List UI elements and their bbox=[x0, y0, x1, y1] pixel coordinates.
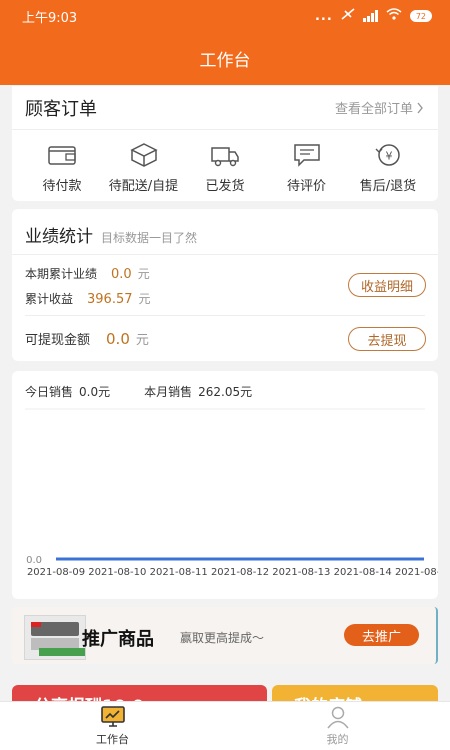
bottom-tab-bar: 工作台 我的 bbox=[0, 701, 450, 750]
status-bar: 上午9:03 ... 72 bbox=[0, 0, 450, 32]
view-all-orders-link[interactable]: 查看全部订单 bbox=[335, 98, 424, 117]
orders-header: 顾客订单 查看全部订单 bbox=[12, 86, 438, 130]
chart-x-tick-label: 2021-08-13 bbox=[272, 567, 330, 578]
orders-title: 顾客订单 bbox=[25, 98, 97, 120]
month-sales-value: 262.05元 bbox=[198, 385, 253, 399]
chart-y-tick-label: 0.0 bbox=[26, 555, 42, 566]
promote-products-banner[interactable]: 推广商品 赢取更高提成～ 去推广 bbox=[12, 607, 438, 664]
page-title: 工作台 bbox=[199, 51, 251, 71]
refund-icon: ¥ bbox=[375, 144, 400, 166]
no-sim-icon bbox=[341, 8, 355, 24]
income-unit: 元 bbox=[138, 292, 151, 306]
promote-button[interactable]: 去推广 bbox=[344, 624, 419, 646]
month-sales: 本月销售 262.05元 bbox=[144, 383, 252, 400]
signal-icon bbox=[362, 10, 378, 22]
tab-mine[interactable]: 我的 bbox=[225, 702, 450, 750]
status-icons: ... 72 bbox=[315, 8, 432, 24]
performance-stats-card: 业绩统计 目标数据一目了然 本期累计业绩 0.0 元 累计收益 396.57 元… bbox=[12, 209, 438, 361]
order-item-label: 待配送/自提 bbox=[108, 179, 179, 194]
stats-subtitle: 目标数据一目了然 bbox=[101, 231, 198, 245]
order-item-label: 已发货 bbox=[205, 179, 245, 194]
customer-orders-card: 顾客订单 查看全部订单 待付款 待配送/自提 已发货 待评价 ¥ 售后/退货 bbox=[12, 86, 438, 201]
chart-x-tick-label: 2021-08-11 bbox=[150, 567, 208, 578]
stats-title: 业绩统计 bbox=[25, 227, 93, 247]
order-shipped[interactable]: 已发货 bbox=[185, 142, 265, 194]
withdrawable-value: 0.0 bbox=[106, 329, 130, 348]
range-hood-product-image bbox=[24, 615, 86, 660]
month-sales-label: 本月销售 bbox=[144, 385, 193, 399]
wallet-icon bbox=[48, 146, 76, 165]
withdraw-button[interactable]: 去提现 bbox=[348, 327, 426, 351]
order-item-label: 售后/退货 bbox=[359, 179, 417, 194]
today-sales-value: 0.0元 bbox=[79, 385, 111, 399]
package-icon bbox=[129, 143, 158, 167]
withdrawable-label: 可提现金额 bbox=[25, 333, 91, 348]
chart-x-tick-label: 2021-08-12 bbox=[211, 567, 269, 578]
income-detail-button[interactable]: 收益明细 bbox=[348, 273, 426, 297]
period-value: 0.0 bbox=[111, 267, 132, 282]
withdrawable-row: 可提现金额 0.0 元 bbox=[25, 329, 149, 349]
tab-label: 我的 bbox=[326, 733, 349, 746]
chart-x-tick-label: 2021-08-10 bbox=[88, 567, 146, 578]
wifi-icon bbox=[386, 8, 402, 24]
income-value: 396.57 bbox=[87, 292, 133, 307]
promo-subtitle: 赢取更高提成～ bbox=[180, 631, 265, 645]
order-item-label: 待评价 bbox=[286, 179, 326, 194]
stats-header: 业绩统计 目标数据一目了然 bbox=[12, 209, 438, 255]
status-time: 上午9:03 bbox=[22, 10, 78, 26]
truck-icon bbox=[211, 147, 239, 167]
today-sales-label: 今日销售 bbox=[25, 385, 74, 399]
sales-summary: 今日销售 0.0元 本月销售 262.05元 bbox=[25, 383, 252, 400]
chevron-right-icon bbox=[417, 102, 423, 113]
more-dots-icon: ... bbox=[314, 8, 333, 24]
monitor-icon bbox=[100, 706, 125, 727]
chart-x-tick-label: 2021-08-15 bbox=[395, 567, 438, 578]
order-after-sales[interactable]: ¥ 售后/退货 bbox=[348, 142, 428, 194]
sales-line-chart: 0.02021-08-09 2021-08-10 2021-08-11 2021-08… bbox=[25, 408, 438, 578]
period-unit: 元 bbox=[137, 267, 150, 281]
stats-divider bbox=[25, 315, 425, 316]
order-pending-review[interactable]: 待评价 bbox=[267, 142, 347, 194]
top-bar: 上午9:03 ... 72 工作台 bbox=[0, 0, 450, 85]
view-all-label: 查看全部订单 bbox=[334, 102, 413, 117]
tab-workbench[interactable]: 工作台 bbox=[0, 702, 225, 750]
promo-title: 推广商品 bbox=[82, 629, 154, 650]
user-icon bbox=[326, 706, 349, 729]
order-item-label: 待付款 bbox=[42, 179, 82, 194]
order-status-row: 待付款 待配送/自提 已发货 待评价 ¥ 售后/退货 bbox=[12, 130, 438, 194]
today-sales: 今日销售 0.0元 bbox=[25, 383, 110, 400]
order-pending-payment[interactable]: 待付款 bbox=[22, 142, 102, 194]
order-pending-delivery[interactable]: 待配送/自提 bbox=[104, 142, 184, 194]
withdrawable-unit: 元 bbox=[135, 333, 149, 348]
chart-x-tick-label: 2021-08-14 bbox=[334, 567, 392, 578]
cumulative-income-row: 累计收益 396.57 元 bbox=[25, 290, 151, 307]
chart-x-tick-label: 2021-08-09 bbox=[27, 567, 85, 578]
svg-text:¥: ¥ bbox=[386, 150, 393, 163]
battery-icon: 72 bbox=[409, 10, 432, 22]
period-performance-row: 本期累计业绩 0.0 元 bbox=[25, 265, 150, 282]
sales-chart-card: 今日销售 0.0元 本月销售 262.05元 0.0 2021-08-09 2021-0… bbox=[12, 371, 438, 599]
income-label: 累计收益 bbox=[25, 292, 74, 306]
tab-label: 工作台 bbox=[96, 733, 129, 746]
period-label: 本期累计业绩 bbox=[25, 267, 98, 281]
comment-icon bbox=[293, 144, 320, 167]
